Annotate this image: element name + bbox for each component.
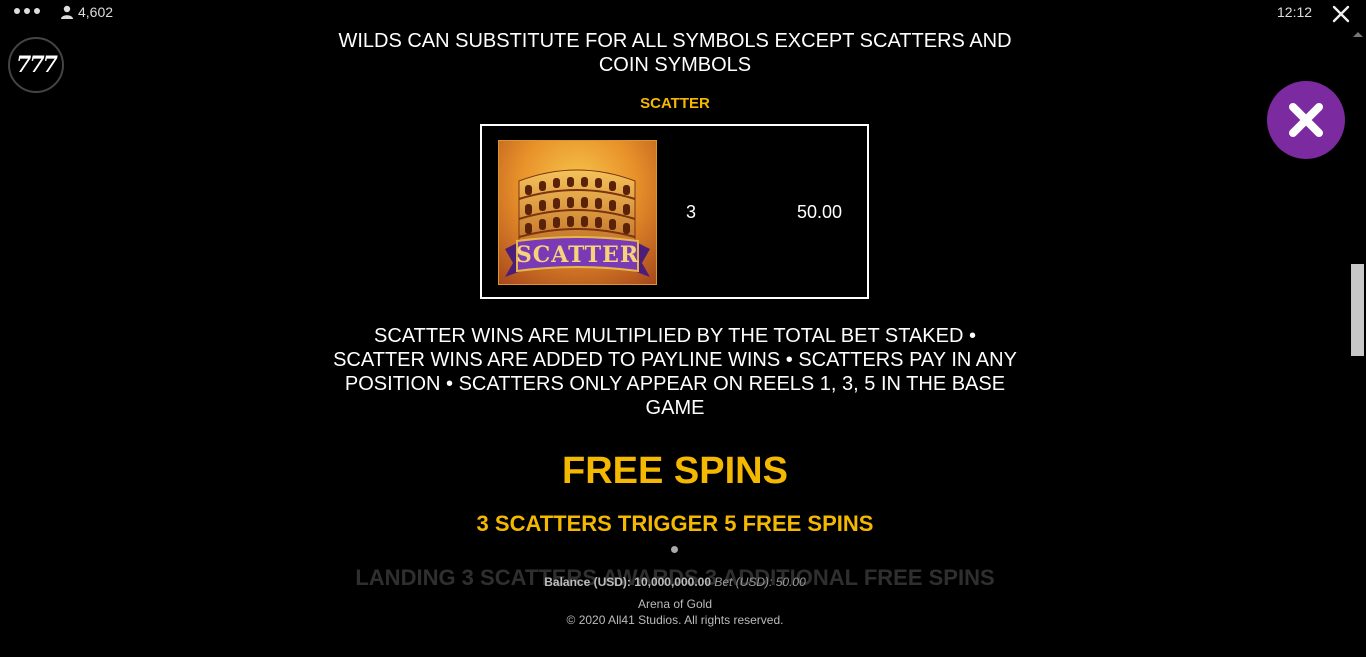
wilds-rule-text: WILDS CAN SUBSTITUTE FOR ALL SYMBOLS EXC… bbox=[338, 30, 1012, 76]
balance-value: 10,000,000.00 bbox=[634, 575, 712, 589]
menu-dots-icon[interactable] bbox=[14, 8, 40, 14]
user-icon bbox=[61, 5, 73, 19]
close-paytable-button[interactable] bbox=[1267, 81, 1345, 159]
free-spins-trigger-text: 3 SCATTERS TRIGGER 5 FREE SPINS bbox=[476, 511, 874, 536]
bet-value: 50.00 bbox=[775, 575, 806, 589]
free-spins-title: FREE SPINS bbox=[562, 450, 788, 492]
scatter-pay-count: 3 bbox=[686, 202, 697, 222]
top-bar: 4,602 12:12 bbox=[0, 0, 1366, 28]
scatter-heading: SCATTER bbox=[640, 95, 710, 112]
game-name: Arena of Gold bbox=[637, 597, 713, 611]
players-count: 4,602 bbox=[78, 4, 114, 20]
scatter-pay-value: 50.00 bbox=[797, 202, 843, 222]
bullet-dot bbox=[671, 546, 678, 553]
scatter-symbol-icon: SCATTER bbox=[498, 140, 657, 285]
bet-label: Bet (USD): bbox=[714, 575, 773, 589]
scroll-up-arrow-icon[interactable] bbox=[1353, 32, 1363, 37]
scatter-rules-text: SCATTER WINS ARE MULTIPLIED BY THE TOTAL… bbox=[333, 325, 1017, 419]
big-close-icon bbox=[1289, 103, 1323, 137]
casino-logo[interactable]: 777 bbox=[8, 37, 64, 93]
players-counter: 4,602 bbox=[60, 4, 113, 20]
balance-label: Balance (USD): bbox=[544, 575, 631, 589]
copyright-text: © 2020 All41 Studios. All rights reserve… bbox=[566, 613, 784, 627]
scrollbar-thumb[interactable] bbox=[1351, 264, 1364, 356]
balance-bar: Balance (USD): 10,000,000.00 Bet (USD): … bbox=[330, 575, 1020, 589]
scatter-symbol-label: SCATTER bbox=[515, 242, 640, 268]
clock: 12:12 bbox=[1277, 4, 1313, 20]
close-icon[interactable] bbox=[1330, 3, 1352, 25]
